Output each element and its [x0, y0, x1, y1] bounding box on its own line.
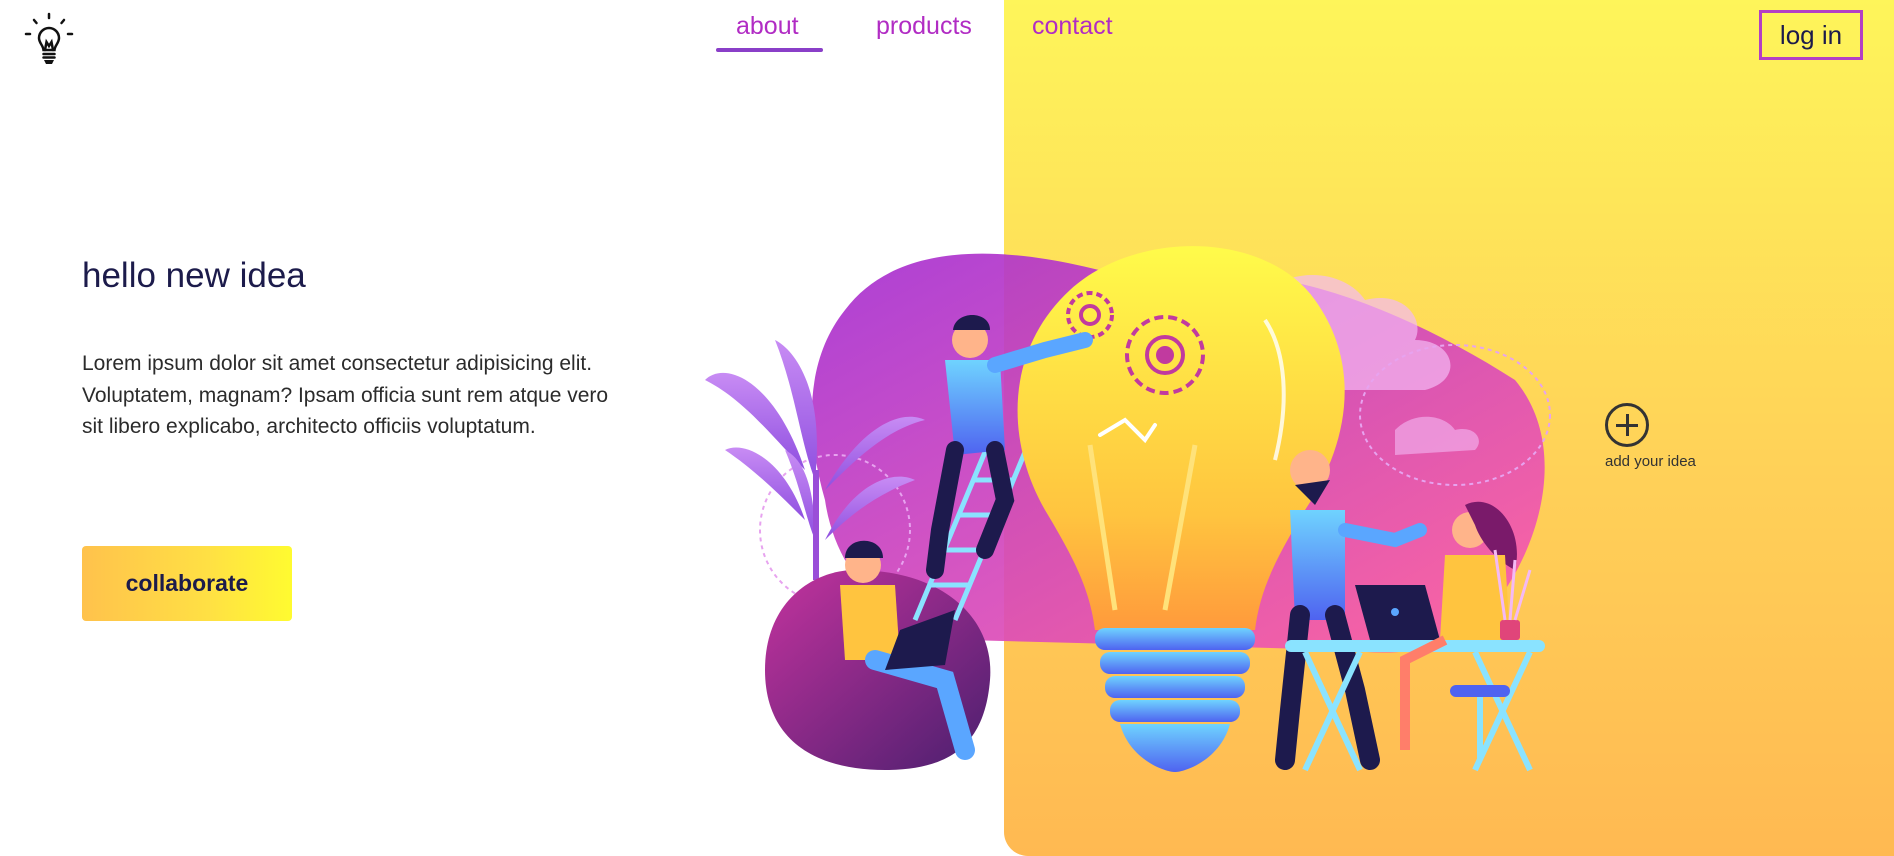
add-idea-label: add your idea	[1605, 453, 1696, 470]
nav-link-about[interactable]: about	[736, 12, 799, 41]
team-brainstorm-illustration	[705, 246, 1551, 772]
login-button[interactable]: log in	[1759, 10, 1863, 60]
page-title: hello new idea	[82, 256, 306, 295]
lightbulb-logo-icon[interactable]	[22, 12, 76, 66]
nav-link-products[interactable]: products	[876, 12, 972, 41]
hero-description: Lorem ipsum dolor sit amet consectetur a…	[82, 352, 609, 438]
nav-link-contact[interactable]: contact	[1032, 12, 1113, 41]
collaborate-button[interactable]: collaborate	[82, 546, 292, 621]
plus-circle-icon[interactable]	[1605, 403, 1649, 447]
active-nav-underline	[716, 48, 823, 52]
